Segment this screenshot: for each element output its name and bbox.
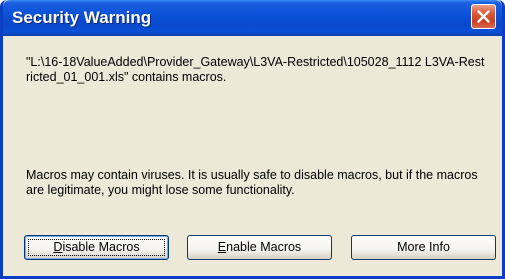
close-icon [477,10,490,23]
dialog-title: Security Warning [12,8,152,27]
disable-macros-label: isable Macros [62,240,140,254]
enable-macros-label: nable Macros [226,240,302,254]
enable-macros-button[interactable]: Enable Macros [187,235,332,260]
macro-warning-text: Macros may contain viruses. It is usuall… [26,168,478,197]
disable-macros-button[interactable]: Disable Macros [24,235,169,260]
macro-file-message: "L:\16-18ValueAdded\Provider_Gateway\L3V… [26,55,485,84]
security-warning-dialog: Security Warning "L:\16-18ValueAdded\Pro… [0,0,505,279]
close-button[interactable] [471,4,496,29]
dialog-body: "L:\16-18ValueAdded\Provider_Gateway\L3V… [3,36,502,276]
more-info-label: More Info [397,240,450,254]
more-info-button[interactable]: More Info [351,235,496,260]
enable-macros-accel: E [217,240,227,254]
title-bar[interactable]: Security Warning [3,0,502,36]
